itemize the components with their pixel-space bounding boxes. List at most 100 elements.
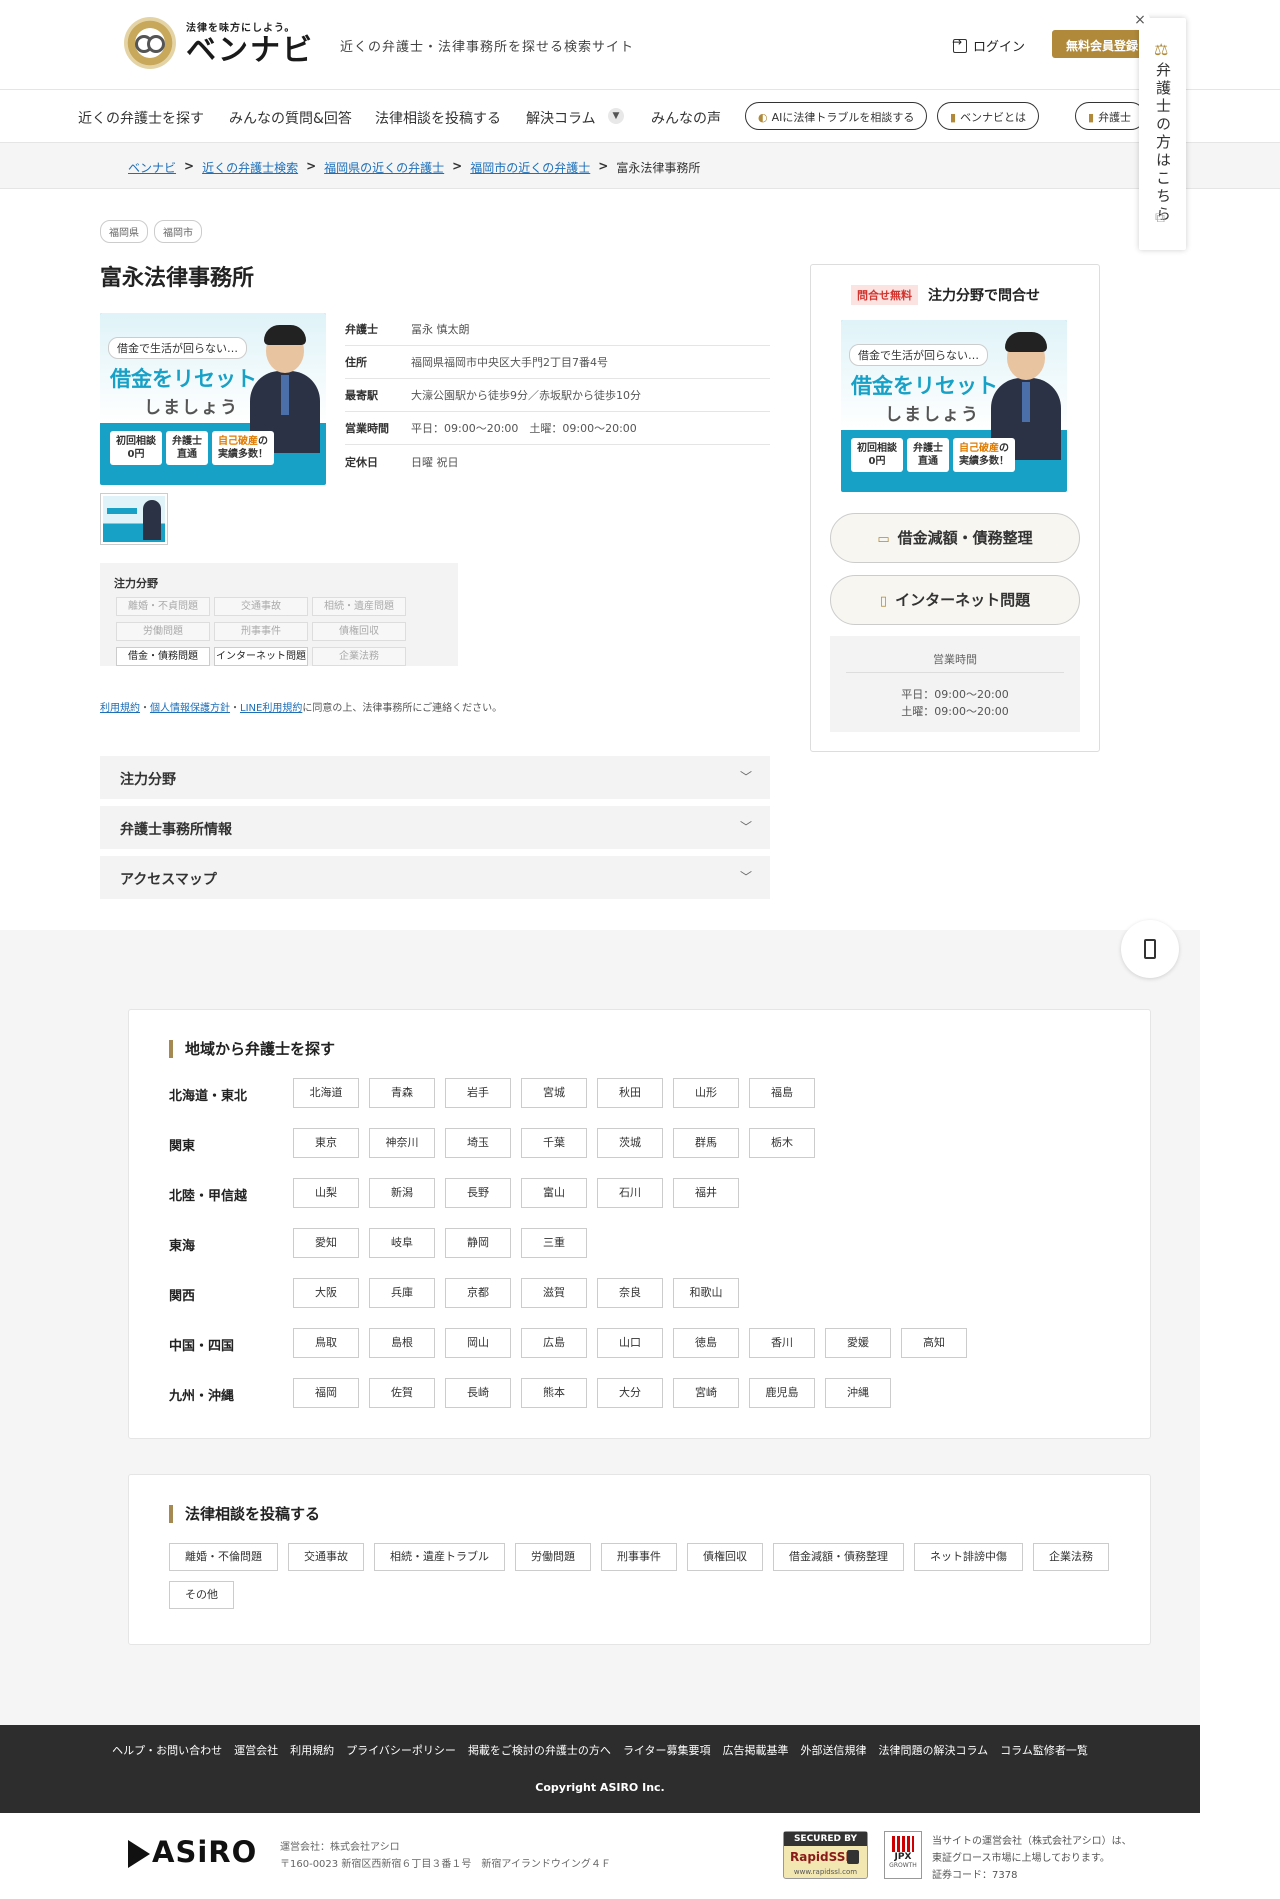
prefecture-button[interactable]: 宮城: [521, 1078, 587, 1108]
consult-category-button[interactable]: その他: [169, 1581, 234, 1609]
prefecture-button[interactable]: 広島: [521, 1328, 587, 1358]
footer-link[interactable]: コラム監修者一覧: [1000, 1742, 1088, 1758]
nav-qa[interactable]: みんなの質問&回答: [229, 108, 352, 128]
prefecture-button[interactable]: 新潟: [369, 1178, 435, 1208]
prefecture-button[interactable]: 鹿児島: [749, 1378, 815, 1408]
prefecture-button[interactable]: 東京: [293, 1128, 359, 1158]
accordion-access-map[interactable]: アクセスマップ ﹀: [100, 856, 770, 899]
prefecture-button[interactable]: 奈良: [597, 1278, 663, 1308]
prefecture-button[interactable]: 石川: [597, 1178, 663, 1208]
consult-category-button[interactable]: 企業法務: [1033, 1543, 1109, 1571]
consult-category-button[interactable]: 刑事事件: [601, 1543, 677, 1571]
prefecture-button[interactable]: 岐阜: [369, 1228, 435, 1258]
prefecture-button[interactable]: 徳島: [673, 1328, 739, 1358]
prefecture-button[interactable]: 千葉: [521, 1128, 587, 1158]
nav-find-lawyer[interactable]: 近くの弁護士を探す: [78, 108, 204, 128]
prefecture-button[interactable]: 高知: [901, 1328, 967, 1358]
consult-category-button[interactable]: 相続・遺産トラブル: [374, 1543, 505, 1571]
prefecture-button[interactable]: 群馬: [673, 1128, 739, 1158]
prefecture-button[interactable]: 山口: [597, 1328, 663, 1358]
inquiry-debt-button[interactable]: ▭ 借金減額・債務整理: [830, 513, 1080, 563]
prefecture-button[interactable]: 福岡: [293, 1378, 359, 1408]
prefecture-button[interactable]: 京都: [445, 1278, 511, 1308]
prefecture-button[interactable]: 和歌山: [673, 1278, 739, 1308]
region-name: 北海道・東北: [169, 1089, 248, 1104]
terms-link[interactable]: 利用規約: [100, 703, 140, 714]
prefecture-button[interactable]: 秋田: [597, 1078, 663, 1108]
accordion-practice-areas[interactable]: 注力分野 ﹀: [100, 756, 770, 799]
site-logo[interactable]: 法律を味方にしよう。 ベンナビ: [124, 17, 314, 69]
prefecture-button[interactable]: 佐賀: [369, 1378, 435, 1408]
prefecture-button[interactable]: 岡山: [445, 1328, 511, 1358]
rapidssl-badge[interactable]: SECURED BY RapidSSL www.rapidssl.com: [783, 1831, 868, 1879]
breadcrumb-fukuoka-city[interactable]: 福岡市の近くの弁護士: [470, 159, 590, 176]
lawyer-button[interactable]: ▮ 弁護士: [1075, 102, 1145, 130]
prefecture-button[interactable]: 北海道: [293, 1078, 359, 1108]
prefecture-button[interactable]: 神奈川: [369, 1128, 435, 1158]
tag-city[interactable]: 福岡市: [154, 220, 202, 243]
prefecture-button[interactable]: 沖縄: [825, 1378, 891, 1408]
footer-link[interactable]: ヘルプ・お問い合わせ: [112, 1742, 222, 1758]
page-top-button[interactable]: [1121, 920, 1179, 978]
prefecture-button[interactable]: 兵庫: [369, 1278, 435, 1308]
consult-category-button[interactable]: 債権回収: [687, 1543, 763, 1571]
consult-category-button[interactable]: 労働問題: [515, 1543, 591, 1571]
prefecture-button[interactable]: 大阪: [293, 1278, 359, 1308]
prefecture-button[interactable]: 滋賀: [521, 1278, 587, 1308]
prefecture-button[interactable]: 島根: [369, 1328, 435, 1358]
accordion-office-info[interactable]: 弁護士事務所情報 ﹀: [100, 806, 770, 849]
banner-thumbnail[interactable]: [100, 493, 168, 545]
privacy-link[interactable]: 個人情報保護方針: [150, 703, 230, 714]
footer-link[interactable]: プライバシーポリシー: [346, 1742, 456, 1758]
breadcrumb-fukuoka-pref[interactable]: 福岡県の近くの弁護士: [324, 159, 444, 176]
prefecture-button[interactable]: 埼玉: [445, 1128, 511, 1158]
inquiry-internet-button[interactable]: ▯ インターネット問題: [830, 575, 1080, 625]
breadcrumb-home[interactable]: ベンナビ: [128, 159, 176, 176]
footer-link[interactable]: 運営会社: [234, 1742, 278, 1758]
footer-link[interactable]: 外部送信規律: [801, 1742, 867, 1758]
nav-column[interactable]: 解決コラム: [526, 108, 596, 128]
footer-link[interactable]: 法律問題の解決コラム: [879, 1742, 989, 1758]
prefecture-button[interactable]: 福島: [749, 1078, 815, 1108]
prefecture-button[interactable]: 三重: [521, 1228, 587, 1258]
prefecture-button[interactable]: 鳥取: [293, 1328, 359, 1358]
prefecture-button[interactable]: 福井: [673, 1178, 739, 1208]
prefecture-button[interactable]: 岩手: [445, 1078, 511, 1108]
footer-link[interactable]: ライター募集要項: [623, 1742, 711, 1758]
login-link[interactable]: ログイン: [952, 35, 1025, 56]
prefecture-button[interactable]: 青森: [369, 1078, 435, 1108]
prefecture-button[interactable]: 栃木: [749, 1128, 815, 1158]
footer-link[interactable]: 利用規約: [290, 1742, 334, 1758]
prefecture-button[interactable]: 山梨: [293, 1178, 359, 1208]
prefecture-button[interactable]: 富山: [521, 1178, 587, 1208]
breadcrumb-lawyer-search[interactable]: 近くの弁護士検索: [202, 159, 298, 176]
consult-category-button[interactable]: 借金減額・債務整理: [773, 1543, 904, 1571]
prefecture-button[interactable]: 長崎: [445, 1378, 511, 1408]
prefecture-button[interactable]: 愛媛: [825, 1328, 891, 1358]
prefecture-button[interactable]: 宮崎: [673, 1378, 739, 1408]
close-icon[interactable]: ×: [1130, 10, 1150, 30]
asiro-logo[interactable]: ASiRO: [128, 1835, 257, 1869]
prefecture-button[interactable]: 熊本: [521, 1378, 587, 1408]
lawyer-side-tab[interactable]: ⚖ 弁護士の方はこちら ⧉: [1139, 18, 1186, 250]
about-bennavi-button[interactable]: ▮ ベンナビとは: [937, 102, 1040, 130]
prefecture-button[interactable]: 大分: [597, 1378, 663, 1408]
footer-link[interactable]: 掲載をご検討の弁護士の方へ: [468, 1742, 611, 1758]
ai-consult-button[interactable]: ◐ AIに法律トラブルを相談する: [745, 102, 928, 130]
line-terms-link[interactable]: LINE利用規約: [240, 703, 302, 714]
consult-category-button[interactable]: 交通事故: [288, 1543, 364, 1571]
consult-category-button[interactable]: 離婚・不倫問題: [169, 1543, 278, 1571]
register-button[interactable]: 無料会員登録: [1052, 30, 1146, 58]
prefecture-button[interactable]: 山形: [673, 1078, 739, 1108]
nav-post-consultation[interactable]: 法律相談を投稿する: [375, 108, 501, 128]
tag-prefecture[interactable]: 福岡県: [100, 220, 148, 243]
nav-voices[interactable]: みんなの声: [651, 108, 721, 128]
footer-link[interactable]: 広告掲載基準: [723, 1742, 789, 1758]
consult-category-button[interactable]: ネット誹謗中傷: [914, 1543, 1023, 1571]
prefecture-button[interactable]: 長野: [445, 1178, 511, 1208]
prefecture-button[interactable]: 香川: [749, 1328, 815, 1358]
prefecture-button[interactable]: 愛知: [293, 1228, 359, 1258]
prefecture-button[interactable]: 茨城: [597, 1128, 663, 1158]
chevron-down-icon[interactable]: ▼: [608, 108, 624, 124]
prefecture-button[interactable]: 静岡: [445, 1228, 511, 1258]
